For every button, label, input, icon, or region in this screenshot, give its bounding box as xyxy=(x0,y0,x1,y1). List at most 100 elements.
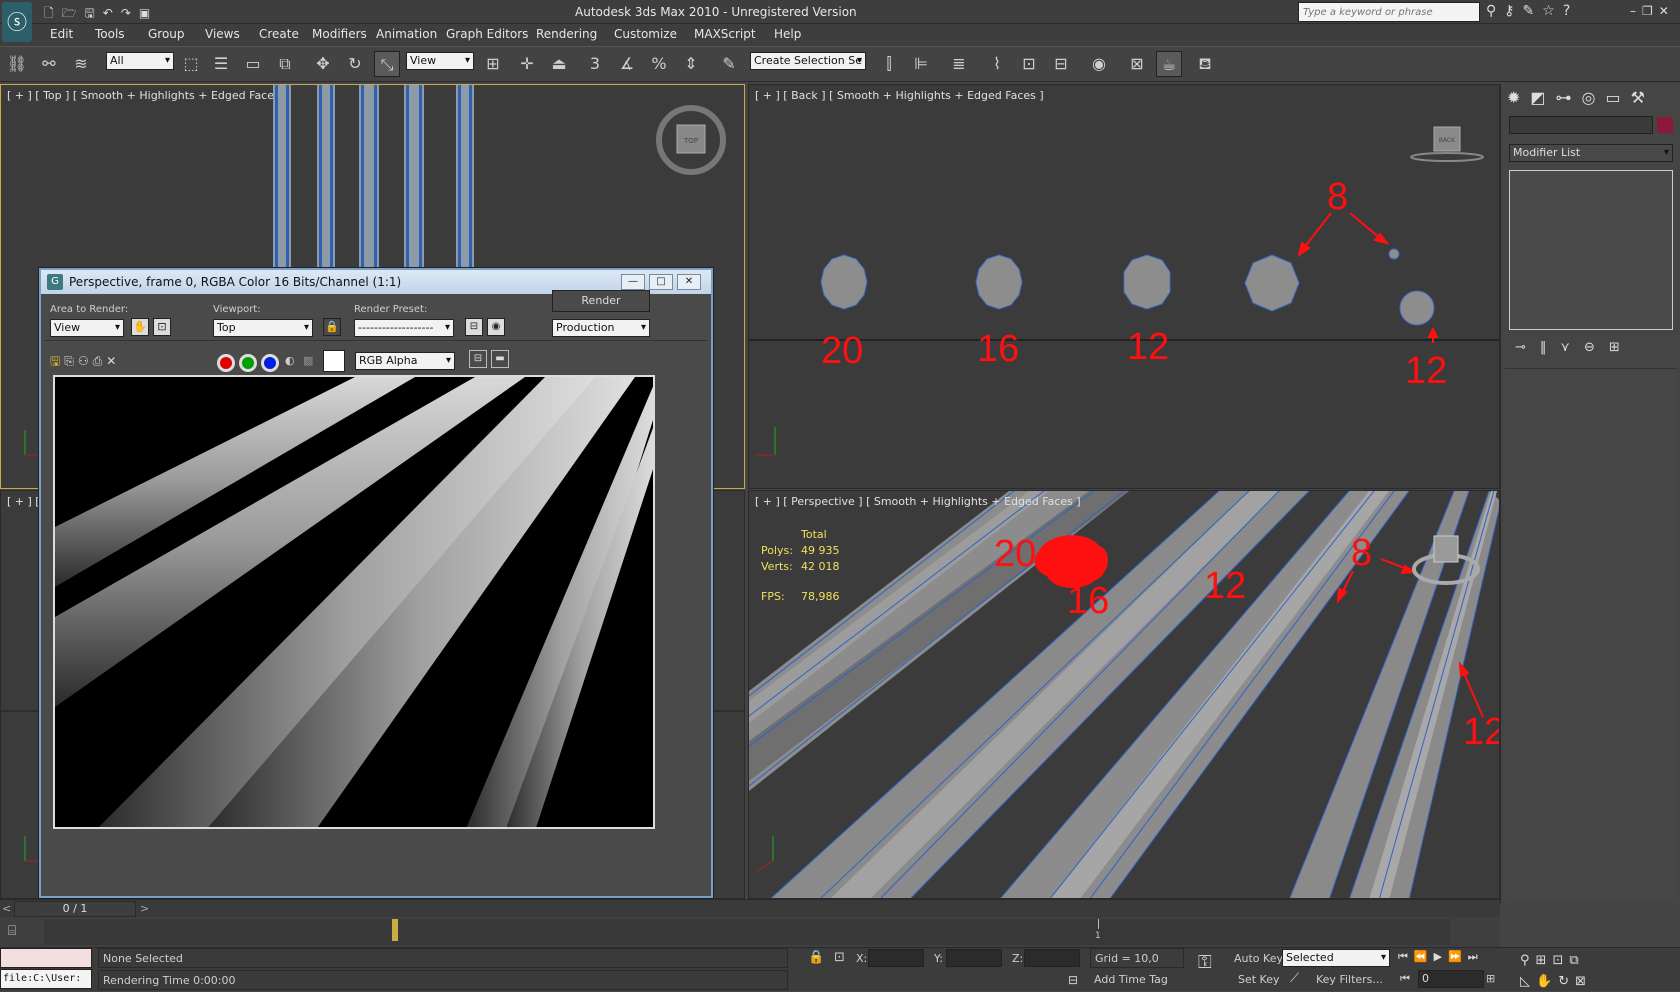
field-of-view-icon[interactable]: ◺ xyxy=(1520,974,1536,989)
render-preset-dropdown[interactable]: ------------------- xyxy=(354,319,454,337)
link-icon[interactable]: ⛓ xyxy=(4,51,30,77)
named-selection-dropdown[interactable]: Create Selection Se xyxy=(750,52,866,70)
tools-icon[interactable]: ✎ xyxy=(1523,3,1543,19)
time-slider-track[interactable]: < 0 / 1 > xyxy=(0,899,1500,917)
key-filters-button[interactable]: Key Filters... xyxy=(1316,973,1383,986)
default-tangent-icon[interactable]: ⟋ xyxy=(1290,971,1299,986)
track-bar[interactable]: 1 xyxy=(44,919,1450,945)
play-icon[interactable]: ▶ xyxy=(1434,950,1448,963)
time-configuration-icon[interactable]: ⊞ xyxy=(1486,972,1495,985)
display-tab-icon[interactable]: ▭ xyxy=(1606,88,1631,107)
remove-modifier-icon[interactable]: ⊖ xyxy=(1584,340,1609,355)
undo-icon[interactable]: ↶ xyxy=(103,6,121,20)
viewport-dropdown[interactable]: Top xyxy=(213,319,313,337)
copy-image-icon[interactable]: ⎘ xyxy=(64,354,78,368)
menu-help[interactable]: Help xyxy=(774,27,801,41)
key-mode-dropdown[interactable]: Selected xyxy=(1282,949,1390,967)
maxscript-listener-input[interactable]: file:C:\User: xyxy=(0,969,92,989)
snap-toggle-icon[interactable]: 3 xyxy=(582,51,608,77)
make-unique-icon[interactable]: ⋎ xyxy=(1560,340,1584,355)
menu-modifiers[interactable]: Modifiers xyxy=(312,27,367,41)
rfw-minimize-icon[interactable]: — xyxy=(621,274,645,290)
restore-icon[interactable]: ❐ xyxy=(1642,4,1659,18)
time-slider-handle[interactable]: 0 / 1 xyxy=(14,901,136,917)
layer-manager-icon[interactable]: ≣ xyxy=(946,51,972,77)
render-setup-icon[interactable]: ◉ xyxy=(1086,51,1112,77)
configure-sets-icon[interactable]: ⊞ xyxy=(1609,340,1634,355)
percent-snap-icon[interactable]: % xyxy=(646,51,672,77)
app-logo[interactable]: ⓢ xyxy=(2,2,32,42)
clear-image-icon[interactable]: ✕ xyxy=(106,354,120,368)
object-color-swatch[interactable] xyxy=(1657,117,1673,133)
save-image-icon[interactable]: 🖫 xyxy=(50,354,64,368)
show-end-result-icon[interactable]: ‖ xyxy=(1540,340,1561,355)
set-key-icon[interactable]: ⚿ xyxy=(1198,952,1212,973)
render-iterative-icon[interactable]: ⛾ xyxy=(1192,51,1218,77)
clone-frame-window-icon[interactable]: ⚇ xyxy=(78,354,93,368)
binoculars-icon[interactable]: ⚲ xyxy=(1486,3,1504,19)
menu-rendering[interactable]: Rendering xyxy=(536,27,597,41)
absolute-mode-icon[interactable]: ⊡ xyxy=(834,950,845,965)
go-to-end-icon[interactable]: ⏭ xyxy=(1468,950,1484,963)
mirror-icon[interactable]: ⫿ xyxy=(876,51,902,77)
material-editor-icon[interactable]: ⊟ xyxy=(1048,51,1074,77)
project-folder-icon[interactable]: ▣ xyxy=(139,6,158,20)
x-coordinate-field[interactable] xyxy=(868,949,924,967)
zoom-all-icon[interactable]: ⊞ xyxy=(1536,953,1553,968)
alpha-channel-icon[interactable]: ◐ xyxy=(285,354,295,367)
auto-region-icon[interactable]: ⊡ xyxy=(153,318,171,336)
time-slider-next-icon[interactable]: > xyxy=(140,902,149,915)
pivot-center-icon[interactable]: ⊞ xyxy=(480,51,506,77)
bind-space-warp-icon[interactable]: ≋ xyxy=(68,51,94,77)
curve-editor-icon[interactable]: ⌇ xyxy=(984,51,1010,77)
hierarchy-tab-icon[interactable]: ⊶ xyxy=(1556,88,1582,107)
mini-curve-editor-icon[interactable]: ⌸ xyxy=(8,923,16,939)
blue-channel-toggle[interactable] xyxy=(261,354,279,372)
y-coordinate-field[interactable] xyxy=(946,949,1002,967)
rfw-close-icon[interactable]: ✕ xyxy=(677,274,701,290)
key-mode-toggle-icon[interactable]: ⏮ xyxy=(1400,972,1410,986)
toggle-ui-overlay-icon[interactable]: ⊟ xyxy=(469,350,487,368)
scale-icon[interactable]: ⤡ xyxy=(374,51,400,77)
render-setup-icon[interactable]: ⊟ xyxy=(465,318,483,336)
viewcube-ring[interactable] xyxy=(1410,152,1484,162)
open-file-icon[interactable]: 🗁 xyxy=(62,6,85,20)
new-file-icon[interactable]: 🗋 xyxy=(44,6,62,20)
select-by-name-icon[interactable]: ☰ xyxy=(208,51,234,77)
keyboard-shortcut-icon[interactable]: ⏏ xyxy=(546,51,572,77)
red-channel-toggle[interactable] xyxy=(217,354,235,372)
rfw-maximize-icon[interactable]: □ xyxy=(649,274,673,290)
viewport-perspective-label[interactable]: [ + ] [ Perspective ] [ Smooth + Highlig… xyxy=(755,495,1081,508)
minimize-icon[interactable]: – xyxy=(1630,4,1642,18)
star-icon[interactable]: ☆ xyxy=(1542,3,1563,19)
display-channel-dropdown[interactable]: RGB Alpha xyxy=(355,352,455,370)
save-icon[interactable]: 🖫 xyxy=(85,6,103,20)
menu-maxscript[interactable]: MAXScript xyxy=(694,27,756,41)
render-button[interactable]: Render xyxy=(552,290,650,312)
modifier-list-dropdown[interactable]: Modifier List xyxy=(1509,144,1673,162)
align-icon[interactable]: ⊫ xyxy=(908,51,934,77)
menu-customize[interactable]: Customize xyxy=(614,27,677,41)
create-tab-icon[interactable]: ✹ xyxy=(1507,88,1530,107)
toggle-ui-icon[interactable]: ▬ xyxy=(491,350,509,368)
area-to-render-dropdown[interactable]: View xyxy=(50,319,124,337)
green-channel-toggle[interactable] xyxy=(239,354,257,372)
unlink-icon[interactable]: ⚯ xyxy=(36,51,62,77)
rendered-frame-window-icon[interactable]: ⊠ xyxy=(1124,51,1150,77)
menu-group[interactable]: Group xyxy=(148,27,185,41)
menu-animation[interactable]: Animation xyxy=(376,27,437,41)
angle-snap-icon[interactable]: ∡ xyxy=(614,51,640,77)
maximize-viewport-icon[interactable]: ⊠ xyxy=(1575,974,1592,989)
spinner-snap-icon[interactable]: ⇕ xyxy=(678,51,704,77)
render-production-icon[interactable]: ☕ xyxy=(1156,51,1182,77)
menu-graph-editors[interactable]: Graph Editors xyxy=(446,27,528,41)
utilities-tab-icon[interactable]: ⚒ xyxy=(1631,88,1655,107)
z-coordinate-field[interactable] xyxy=(1024,949,1080,967)
previous-frame-icon[interactable]: ⏪ xyxy=(1414,950,1434,963)
help-icon[interactable]: ? xyxy=(1563,3,1578,19)
zoom-extents-icon[interactable]: ⊡ xyxy=(1552,953,1569,968)
viewport-perspective[interactable]: 20 16 12 8 12 [ + ] [ Perspective ] [ Sm… xyxy=(748,490,1500,899)
current-frame-field[interactable]: 0 xyxy=(1418,970,1484,988)
zoom-icon[interactable]: ⚲ xyxy=(1520,953,1536,968)
menu-views[interactable]: Views xyxy=(205,27,240,41)
